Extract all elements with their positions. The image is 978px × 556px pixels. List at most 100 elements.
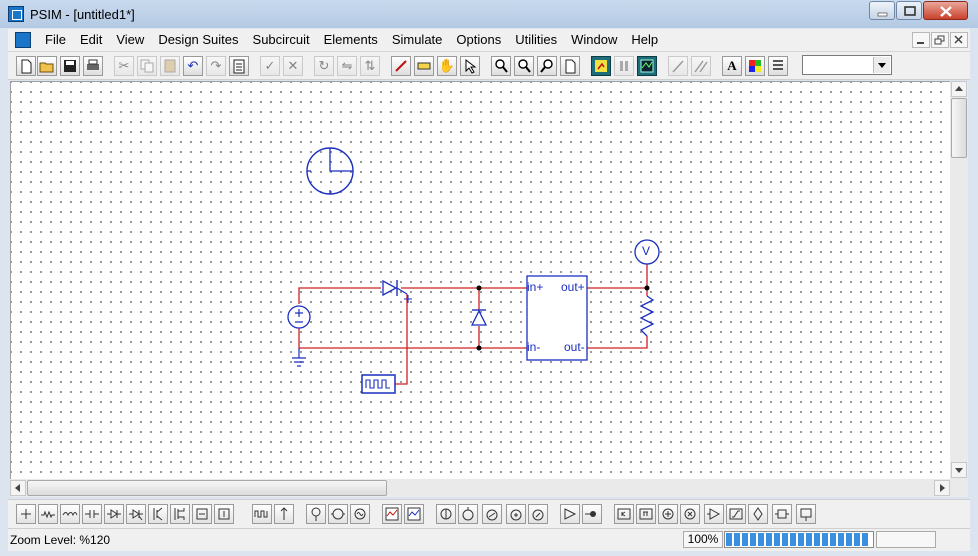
wire-icon[interactable] [391,56,411,76]
menu-elements[interactable]: Elements [317,32,385,48]
mosfet-element-icon[interactable] [170,504,190,524]
pause-icon[interactable] [614,56,634,76]
label-icon[interactable] [414,56,434,76]
dc-scope-element-icon[interactable] [404,504,424,524]
resistor-element-icon[interactable] [16,504,36,524]
new-file-icon[interactable] [16,56,36,76]
menu-view[interactable]: View [109,32,151,48]
gating-block[interactable] [361,374,396,394]
color-palette-icon[interactable] [745,56,765,76]
pulse-source-icon[interactable] [252,504,272,524]
thyristor[interactable] [382,279,412,303]
position-sensor-icon[interactable] [528,504,548,524]
menu-help[interactable]: Help [624,32,665,48]
scroll-down-icon[interactable] [951,462,967,478]
op-amp-icon[interactable] [704,504,724,524]
torque-sensor-icon[interactable] [506,504,526,524]
mdi-minimize-button[interactable] [912,32,930,48]
current-sensor-icon[interactable] [458,504,478,524]
document-icon[interactable] [15,32,31,48]
clock-icon[interactable] [306,147,354,195]
scope-element-icon[interactable] [382,504,402,524]
vertical-scroll-thumb[interactable] [951,98,967,158]
ac-source-element-icon[interactable] [350,504,370,524]
maximize-button[interactable] [896,1,922,20]
style-combo[interactable] [802,55,892,75]
gain-block-icon[interactable] [614,504,634,524]
menu-simulate[interactable]: Simulate [385,32,450,48]
multi-probe-icon[interactable] [691,56,711,76]
menu-window[interactable]: Window [564,32,624,48]
menu-options[interactable]: Options [449,32,508,48]
zoom-out-icon[interactable] [514,56,534,76]
rotate-icon[interactable]: ↻ [314,56,334,76]
dc-voltage-source[interactable] [287,305,311,329]
switch-element-icon[interactable] [192,504,212,524]
mdi-restore-button[interactable] [931,32,949,48]
flip-flop-icon[interactable] [772,504,792,524]
zoh-block-icon[interactable] [796,504,816,524]
diode[interactable] [470,309,488,326]
redo-icon[interactable]: ↷ [206,56,226,76]
horizontal-scroll-thumb[interactable] [27,480,387,496]
zoom-in-icon[interactable] [491,56,511,76]
run-simulation-icon[interactable] [591,56,611,76]
chevron-down-icon[interactable] [873,57,890,73]
menu-design-suites[interactable]: Design Suites [151,32,245,48]
vertical-scrollbar[interactable] [950,81,968,479]
current-probe-element-icon[interactable] [328,504,348,524]
zoom-fit-icon[interactable] [537,56,557,76]
scroll-up-icon[interactable] [951,81,967,97]
menu-edit[interactable]: Edit [73,32,109,48]
lamp-element-icon[interactable] [582,504,602,524]
menu-utilities[interactable]: Utilities [508,32,564,48]
menu-file[interactable]: File [38,32,73,48]
text-icon[interactable]: A [722,56,742,76]
check-icon[interactable]: ✓ [260,56,280,76]
coil-element-icon[interactable] [60,504,80,524]
scroll-right-icon[interactable] [934,480,950,496]
voltage-sensor-icon[interactable] [436,504,456,524]
pi-controller-icon[interactable] [636,504,656,524]
igbt-element-icon[interactable] [148,504,168,524]
speed-sensor-icon[interactable] [482,504,502,524]
probe-icon[interactable] [668,56,688,76]
bidirectional-switch-icon[interactable] [214,504,234,524]
thyristor-element-icon[interactable] [126,504,146,524]
simview-icon[interactable] [637,56,657,76]
schematic-canvas[interactable]: in+ out+ in- out- V [10,81,951,480]
comparator-element-icon[interactable] [560,504,580,524]
clipboard-icon[interactable] [229,56,249,76]
element-list-icon[interactable] [768,56,788,76]
limiter-block-icon[interactable] [726,504,746,524]
diode-element-icon[interactable] [104,504,124,524]
flip-horizontal-icon[interactable]: ⇋ [337,56,357,76]
flip-vertical-icon[interactable]: ⇅ [360,56,380,76]
undo-icon[interactable]: ↶ [183,56,203,76]
inductor-element-icon[interactable] [38,504,58,524]
title-bar[interactable]: PSIM - [untitled1*] [0,0,978,28]
paste-icon[interactable] [160,56,180,76]
select-arrow-icon[interactable] [460,56,480,76]
horizontal-scrollbar[interactable] [10,479,968,497]
close-button[interactable] [923,1,968,20]
summer-block-icon[interactable] [658,504,678,524]
delete-icon[interactable]: ✕ [283,56,303,76]
save-icon[interactable] [60,56,80,76]
current-source-icon[interactable] [274,504,294,524]
resistor[interactable] [639,295,655,337]
minimize-button[interactable] [869,1,895,20]
cut-icon[interactable]: ✂ [114,56,134,76]
menu-subcircuit[interactable]: Subcircuit [246,32,317,48]
multiplier-block-icon[interactable] [680,504,700,524]
open-folder-icon[interactable] [37,56,57,76]
page-view-icon[interactable] [560,56,580,76]
logic-gate-icon[interactable] [748,504,768,524]
pan-hand-icon[interactable]: ✋ [437,56,457,76]
capacitor-element-icon[interactable] [82,504,102,524]
scroll-left-icon[interactable] [10,480,26,496]
mdi-close-button[interactable] [950,32,968,48]
copy-icon[interactable] [137,56,157,76]
print-icon[interactable] [83,56,103,76]
voltage-probe-element-icon[interactable] [306,504,326,524]
